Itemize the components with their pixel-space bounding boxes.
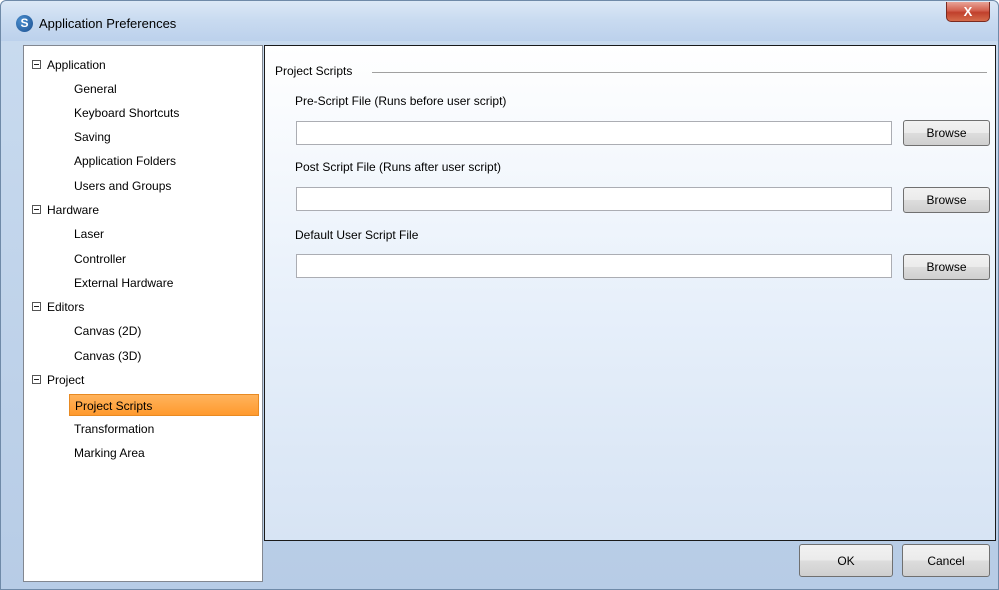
cancel-button[interactable]: Cancel — [902, 544, 990, 577]
tree-item-label: Users and Groups — [74, 179, 172, 193]
default-script-input[interactable] — [296, 254, 892, 278]
collapse-icon[interactable] — [32, 302, 41, 311]
tree-group-label: Hardware — [47, 203, 100, 217]
tree-item-external-hardware[interactable]: External Hardware — [74, 272, 173, 294]
app-logo-icon: S — [16, 15, 33, 32]
tree-item-keyboard-shortcuts[interactable]: Keyboard Shortcuts — [74, 102, 179, 124]
default-script-browse-button[interactable]: Browse — [903, 254, 990, 280]
tree-item-canvas-3d[interactable]: Canvas (3D) — [74, 345, 141, 367]
group-title: Project Scripts — [275, 64, 353, 78]
tree-item-label: General — [74, 82, 117, 96]
tree-item-application-folders[interactable]: Application Folders — [74, 150, 176, 172]
tree-group-label: Project — [47, 373, 85, 387]
settings-panel: Project Scripts Pre-Script File (Runs be… — [264, 45, 996, 541]
title-bar[interactable]: S Application Preferences X — [1, 1, 998, 41]
window-title: Application Preferences — [39, 16, 177, 31]
preferences-tree[interactable]: Application General Keyboard Shortcuts S… — [23, 45, 263, 582]
tree-item-transformation[interactable]: Transformation — [74, 418, 154, 440]
ok-button[interactable]: OK — [799, 544, 893, 577]
tree-item-label: Marking Area — [74, 446, 145, 460]
pre-script-input[interactable] — [296, 121, 892, 145]
tree-item-label: Controller — [74, 252, 127, 266]
close-icon[interactable]: X — [946, 2, 990, 22]
tree-item-controller[interactable]: Controller — [74, 248, 126, 270]
dialog-button-bar: OK Cancel — [264, 541, 996, 585]
post-script-browse-button[interactable]: Browse — [903, 187, 990, 213]
tree-item-label: Canvas (3D) — [74, 349, 142, 363]
post-script-label: Post Script File (Runs after user script… — [295, 160, 502, 174]
tree-group-label: Editors — [47, 300, 85, 314]
tree-item-label: Laser — [74, 227, 105, 241]
collapse-icon[interactable] — [32, 375, 41, 384]
tree-item-label: External Hardware — [74, 276, 174, 290]
tree-group-project[interactable]: Project — [24, 369, 262, 391]
default-script-label: Default User Script File — [295, 228, 419, 242]
tree-item-label: Saving — [74, 130, 111, 144]
tree-item-label: Canvas (2D) — [74, 324, 142, 338]
post-script-input[interactable] — [296, 187, 892, 211]
preferences-window: S Application Preferences X Application … — [0, 0, 999, 590]
pre-script-label: Pre-Script File (Runs before user script… — [295, 94, 507, 108]
collapse-icon[interactable] — [32, 205, 41, 214]
tree-group-hardware[interactable]: Hardware — [24, 199, 262, 221]
tree-item-laser[interactable]: Laser — [74, 223, 104, 245]
group-divider — [372, 72, 987, 73]
tree-group-editors[interactable]: Editors — [24, 296, 262, 318]
tree-item-label: Keyboard Shortcuts — [74, 106, 180, 120]
tree-item-label: Project Scripts — [75, 399, 153, 413]
collapse-icon[interactable] — [32, 60, 41, 69]
tree-item-label: Transformation — [74, 422, 155, 436]
tree-item-marking-area[interactable]: Marking Area — [74, 442, 145, 464]
tree-group-application[interactable]: Application — [24, 54, 262, 76]
tree-item-saving[interactable]: Saving — [74, 126, 111, 148]
tree-item-general[interactable]: General — [74, 78, 117, 100]
tree-item-users-and-groups[interactable]: Users and Groups — [74, 175, 171, 197]
tree-item-label: Application Folders — [74, 154, 177, 168]
tree-group-label: Application — [47, 58, 106, 72]
pre-script-browse-button[interactable]: Browse — [903, 120, 990, 146]
tree-item-project-scripts[interactable]: Project Scripts — [69, 394, 259, 416]
tree-item-canvas-2d[interactable]: Canvas (2D) — [74, 320, 141, 342]
